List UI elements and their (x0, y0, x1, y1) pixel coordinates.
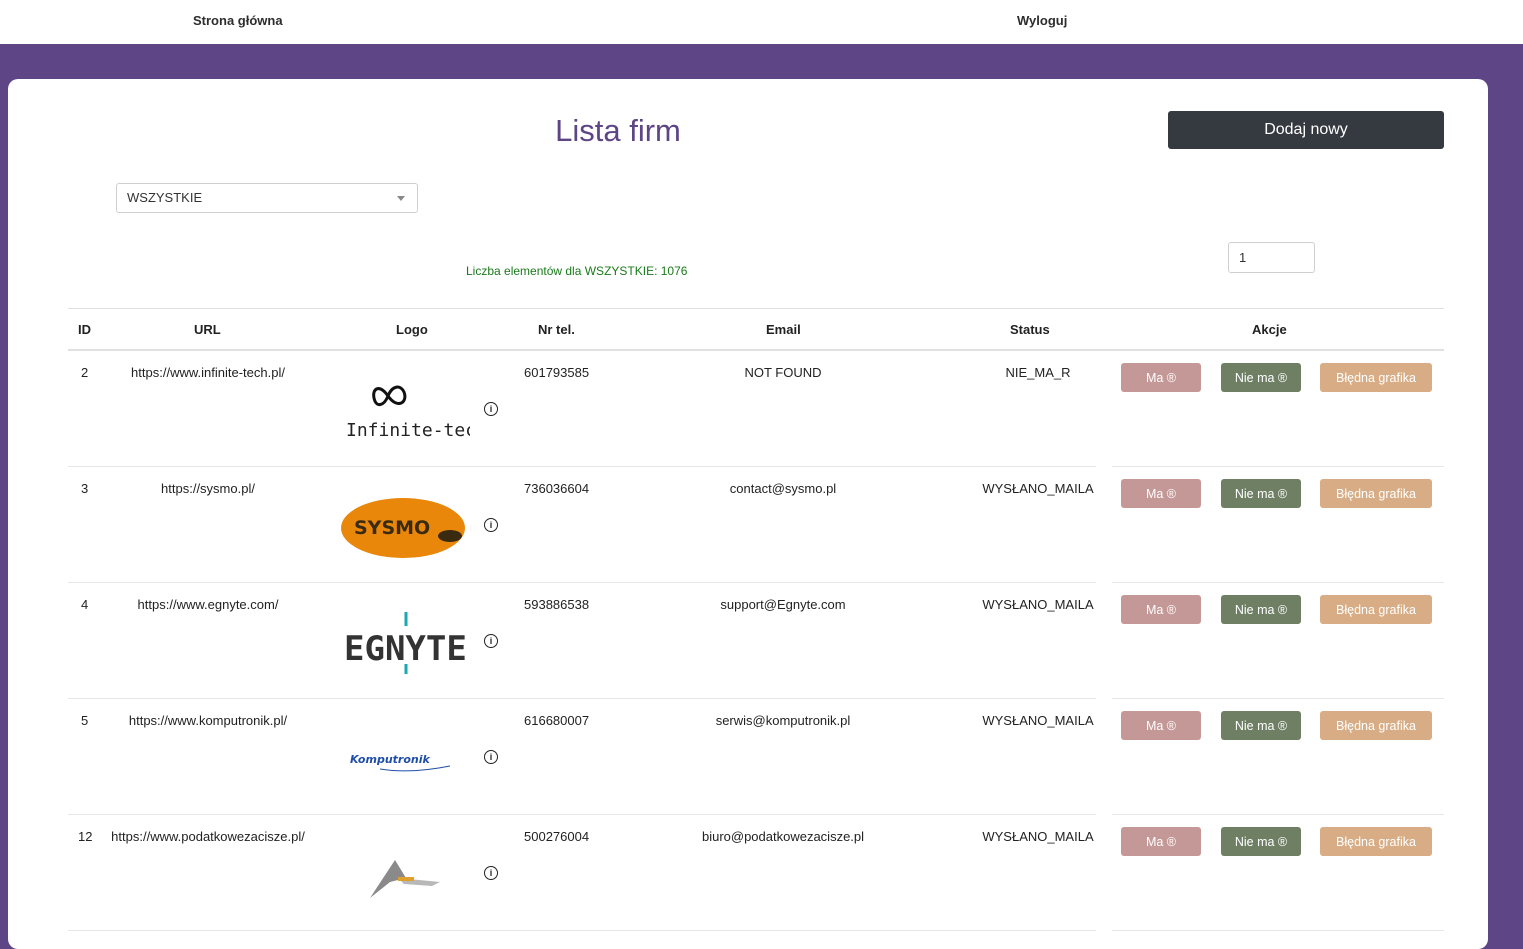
info-icon[interactable]: i (484, 518, 498, 532)
cell-email: contact@sysmo.pl (729, 481, 837, 496)
header-status: Status (1010, 322, 1050, 337)
info-icon[interactable]: i (484, 634, 498, 648)
bledna-grafika-button[interactable]: Błędna grafika (1320, 827, 1432, 856)
status-filter-value: WSZYSTKIE (127, 190, 203, 205)
header-email: Email (766, 322, 801, 337)
company-logo: Komputronik (340, 719, 470, 795)
table-row: 5 https://www.komputronik.pl/ Komputroni… (68, 699, 1444, 815)
add-new-button[interactable]: Dodaj nowy (1168, 111, 1444, 149)
ma-button[interactable]: Ma ® (1121, 827, 1201, 856)
cell-status: WYSŁANO_MAILA (982, 829, 1094, 844)
header-url: URL (194, 322, 221, 337)
company-logo: EGNYTE (340, 603, 470, 679)
main-card: Lista firm Dodaj nowy WSZYSTKIE Liczba e… (8, 79, 1488, 949)
cell-status: WYSŁANO_MAILA (982, 597, 1094, 612)
nie-ma-button[interactable]: Nie ma ® (1221, 827, 1301, 856)
element-count-text: Liczba elementów dla WSZYSTKIE: 1076 (466, 264, 688, 278)
nie-ma-button[interactable]: Nie ma ® (1221, 711, 1301, 740)
cell-url: https://www.egnyte.com/ (137, 597, 279, 612)
logo-lettering: EGNYTE (344, 629, 467, 669)
cell-url: https://sysmo.pl/ (161, 481, 255, 496)
info-icon[interactable]: i (484, 866, 498, 880)
row-divider (1112, 930, 1444, 931)
cell-phone: 593886538 (524, 597, 590, 612)
status-filter-select[interactable]: WSZYSTKIE (116, 183, 418, 213)
cell-email: biuro@podatkowezacisze.pl (701, 829, 865, 844)
table-row: 4 https://www.egnyte.com/ EGNYTE i 59388… (68, 583, 1444, 699)
cell-email: support@Egnyte.com (720, 597, 846, 612)
nie-ma-button[interactable]: Nie ma ® (1221, 363, 1301, 392)
cell-phone: 616680007 (524, 713, 590, 728)
top-navigation: Strona główna Wyloguj (0, 0, 1523, 44)
info-icon[interactable]: i (484, 750, 498, 764)
cell-phone: 736036604 (524, 481, 590, 496)
logo-lettering: SYSMO (354, 517, 430, 539)
table-row: 2 https://www.infinite-tech.pl/ Infinite… (68, 351, 1444, 467)
cell-phone: 601793585 (524, 365, 590, 380)
bledna-grafika-button[interactable]: Błędna grafika (1320, 479, 1432, 508)
ma-button[interactable]: Ma ® (1121, 711, 1201, 740)
ma-button[interactable]: Ma ® (1121, 363, 1201, 392)
nie-ma-button[interactable]: Nie ma ® (1221, 595, 1301, 624)
info-icon[interactable]: i (484, 402, 498, 416)
row-divider (68, 930, 1096, 931)
header-actions: Akcje (1252, 322, 1287, 337)
cell-email: serwis@komputronik.pl (715, 713, 851, 728)
logo-lettering: Infinite-tech (346, 420, 470, 441)
bledna-grafika-button[interactable]: Błędna grafika (1320, 711, 1432, 740)
page-number-input[interactable] (1228, 242, 1315, 273)
cell-url: https://www.infinite-tech.pl/ (131, 365, 285, 380)
table-header-row: ID URL Logo Nr tel. Email Status Akcje (68, 308, 1444, 351)
bledna-grafika-button[interactable]: Błędna grafika (1320, 363, 1432, 392)
header-logo: Logo (396, 322, 428, 337)
cell-email: NOT FOUND (744, 365, 822, 380)
cell-url: https://www.podatkowezacisze.pl/ (111, 829, 305, 844)
chevron-down-icon (397, 196, 405, 201)
cell-phone: 500276004 (524, 829, 590, 844)
company-logo: Infinite-tech (340, 371, 470, 447)
ma-button[interactable]: Ma ® (1121, 595, 1201, 624)
company-logo: SYSMO (340, 487, 470, 563)
header-id: ID (78, 322, 91, 337)
nav-home-link[interactable]: Strona główna (193, 13, 283, 28)
ma-button[interactable]: Ma ® (1121, 479, 1201, 508)
logo-lettering: Komputronik (350, 753, 430, 766)
bledna-grafika-button[interactable]: Błędna grafika (1320, 595, 1432, 624)
page-title: Lista firm (555, 113, 681, 148)
cell-url: https://www.komputronik.pl/ (128, 713, 288, 728)
cell-status: WYSŁANO_MAILA (982, 481, 1094, 496)
table-row: 3 https://sysmo.pl/ SYSMO i 736036604 co… (68, 467, 1444, 583)
table-row: 12 https://www.podatkowezacisze.pl/ i 50… (68, 815, 1444, 931)
cell-status: WYSŁANO_MAILA (982, 713, 1094, 728)
nie-ma-button[interactable]: Nie ma ® (1221, 479, 1301, 508)
cell-status: NIE_MA_R (1005, 365, 1071, 380)
company-logo (340, 835, 470, 911)
nav-logout-link[interactable]: Wyloguj (1017, 13, 1067, 28)
companies-table: ID URL Logo Nr tel. Email Status Akcje 2… (68, 308, 1444, 931)
header-phone: Nr tel. (538, 322, 575, 337)
